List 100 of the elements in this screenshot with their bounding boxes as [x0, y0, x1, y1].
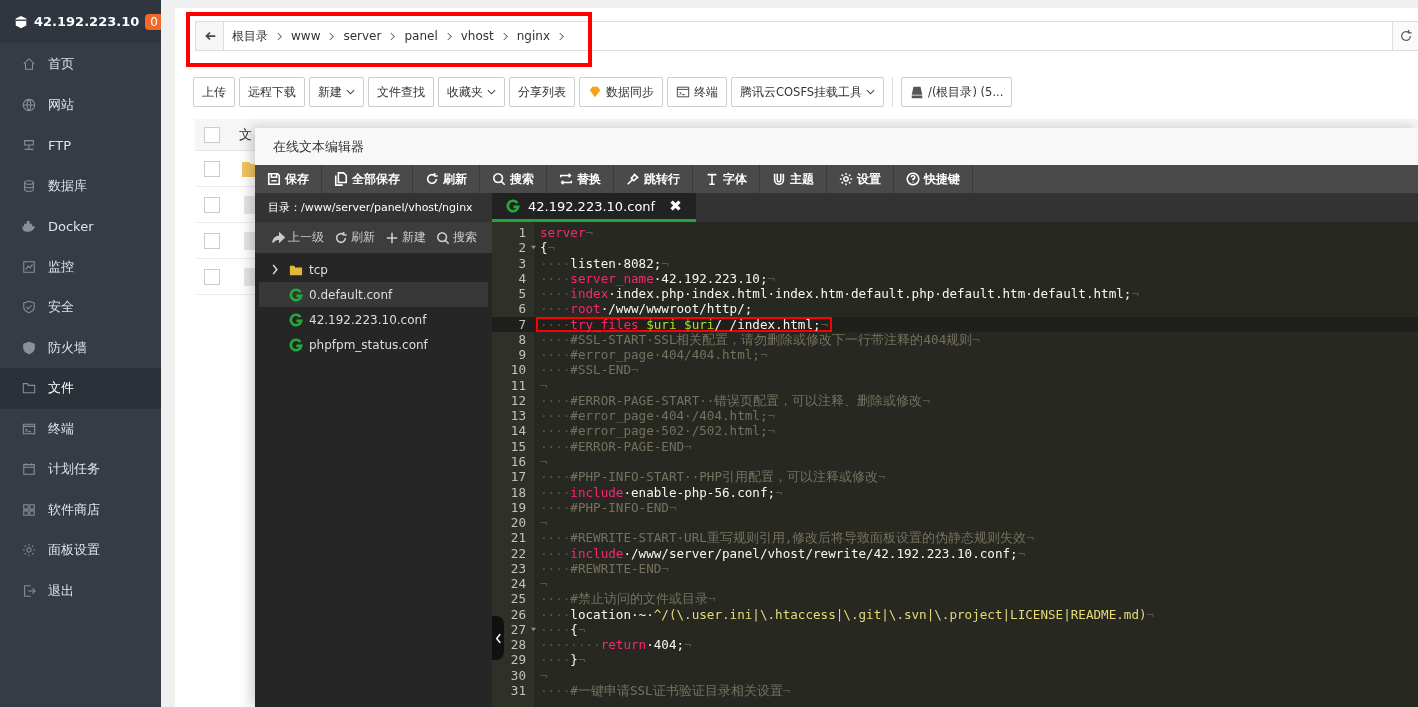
checkbox[interactable]	[204, 232, 220, 249]
tab-label: 42.192.223.10.conf	[528, 198, 656, 214]
line-number: 18	[509, 484, 526, 500]
line-number: 30	[509, 667, 526, 683]
line-number: 4	[517, 270, 526, 287]
code-line: ····#PHP-INFO-START··PHP引用配置，可以注释或修改¬	[540, 469, 886, 485]
sidebar-item[interactable]: Docker	[0, 206, 161, 247]
database-icon	[22, 178, 36, 193]
code-line: ····#一键申请SSL证书验证目录相关设置¬	[540, 682, 791, 699]
code-line: ····location·~·^/(\.user.ini|\.htaccess|\.git|\.svn|\.project|LICENSE|README.md)¬	[540, 606, 1155, 622]
sidebar-item[interactable]: 首页	[0, 44, 161, 85]
breadcrumb-link[interactable]: server	[335, 29, 390, 43]
breadcrumb-link[interactable]: 根目录	[224, 27, 276, 45]
action-button[interactable]: 搜索	[432, 230, 481, 245]
toolbar-button[interactable]: 分享列表	[509, 77, 575, 107]
checkbox[interactable]	[204, 196, 220, 213]
code-line: ¬	[540, 576, 548, 592]
code-line: ····#ERROR-PAGE-END¬	[540, 438, 692, 454]
toolbar-button[interactable]: 新建	[309, 77, 364, 107]
line-number: 22	[509, 545, 526, 561]
toolbar-button[interactable]: 文件查找	[368, 77, 434, 107]
chevron-icon	[494, 632, 502, 644]
code-line: ····}¬	[540, 652, 586, 668]
toolbar-button[interactable]: 数据同步	[579, 77, 663, 107]
file-tab[interactable]: 42.192.223.10.conf ✖	[492, 193, 696, 222]
share-arrow-icon	[271, 230, 285, 245]
sidebar-item[interactable]: 数据库	[0, 165, 161, 206]
pin-icon	[626, 172, 640, 186]
close-button[interactable]: ✖	[669, 197, 682, 215]
chevron-icon	[328, 31, 336, 41]
checkbox[interactable]	[204, 268, 220, 285]
code-line: {¬	[540, 240, 556, 256]
whale-icon	[22, 219, 36, 234]
text-cursor-icon	[705, 172, 719, 186]
chevron-icon	[501, 31, 509, 41]
sidebar-item[interactable]: 文件	[0, 368, 161, 409]
sidebar-item[interactable]: 防火墙	[0, 327, 161, 368]
code-line: ····#REWRITE-END¬	[540, 560, 669, 577]
file-tree-item[interactable]: 42.192.223.10.conf	[259, 307, 488, 332]
file-tree-item[interactable]: 0.default.conf	[259, 282, 488, 307]
shield-icon	[22, 340, 36, 355]
breadcrumb-link[interactable]: panel	[396, 29, 446, 43]
sidebar-item[interactable]: FTP	[0, 125, 161, 166]
plus-icon	[385, 230, 399, 245]
back-button[interactable]	[196, 22, 224, 50]
checkbox[interactable]	[204, 160, 220, 177]
caret-icon	[866, 89, 876, 95]
magnet-icon	[772, 172, 786, 186]
fold-arrow-icon	[529, 627, 537, 633]
code-line: ····include·enable-php-56.conf;¬	[540, 484, 783, 500]
exit-icon	[22, 583, 36, 598]
code-line: ····#SSL-END¬	[540, 362, 639, 378]
toolbar-button[interactable]: 终端	[667, 77, 727, 107]
settings-icon	[22, 543, 36, 558]
sidebar-item[interactable]: 网站	[0, 84, 161, 125]
sidebar-item[interactable]: 面板设置	[0, 530, 161, 571]
action-button[interactable]: 刷新	[330, 230, 379, 245]
line-number: 25	[509, 591, 526, 607]
line-number: 12	[509, 392, 526, 409]
code-line: server¬	[540, 225, 594, 241]
line-number: 31	[509, 682, 526, 699]
settings-icon	[839, 172, 853, 186]
sidebar-item[interactable]: 软件商店	[0, 489, 161, 530]
collapse-handle[interactable]	[492, 616, 504, 660]
sidebar-item[interactable]: 安全	[0, 287, 161, 328]
column-header: 文	[239, 125, 252, 144]
caret-icon	[346, 89, 355, 95]
line-number: 9	[517, 347, 526, 363]
line-number: 3	[517, 255, 526, 271]
line-number: 16	[509, 454, 526, 470]
file-tree-item[interactable]: phpfpm_status.conf	[259, 332, 488, 357]
line-number: 10	[509, 362, 526, 378]
sidebar-item[interactable]: 计划任务	[0, 449, 161, 490]
code-line: ····#error_page·502·/502.html;¬	[540, 423, 776, 439]
action-button[interactable]: 上一级	[267, 230, 328, 245]
chevron-icon	[389, 31, 397, 41]
breadcrumb-link[interactable]: www	[283, 29, 329, 43]
line-number: 29	[509, 652, 526, 668]
toolbar-button[interactable]: /(根目录) (5...	[901, 77, 1013, 107]
toolbar-button[interactable]: 上传	[193, 77, 235, 107]
file-tree-item[interactable]: tcp	[259, 257, 488, 282]
sidebar-item[interactable]: 监控	[0, 246, 161, 287]
code-line: ····#REWRITE-START·URL重写规则引用,修改后将导致面板设置的伪静态规则失效¬	[540, 530, 1034, 546]
action-button[interactable]: 新建	[381, 230, 430, 245]
toolbar-button[interactable]: 腾讯云COSFS挂载工具	[731, 77, 885, 107]
line-number: 17	[509, 469, 526, 485]
line-number: 15	[509, 438, 526, 454]
sidebar-item[interactable]: 退出	[0, 570, 161, 611]
letter-g-icon	[289, 287, 303, 302]
checkbox[interactable]	[204, 126, 220, 143]
code-line: ····root·/www/wwwroot/http/;	[540, 301, 753, 317]
toolbar-button[interactable]: 远程下载	[239, 77, 305, 107]
line-number: 19	[509, 499, 526, 516]
toolbar-button[interactable]: 收藏夹	[438, 77, 505, 107]
refresh-icon	[334, 230, 348, 245]
refresh-button[interactable]	[1392, 22, 1418, 50]
sidebar-item[interactable]: 终端	[0, 408, 161, 449]
breadcrumb-link[interactable]: vhost	[452, 29, 502, 43]
gem-icon	[588, 85, 602, 99]
breadcrumb-link[interactable]: nginx	[508, 29, 559, 43]
